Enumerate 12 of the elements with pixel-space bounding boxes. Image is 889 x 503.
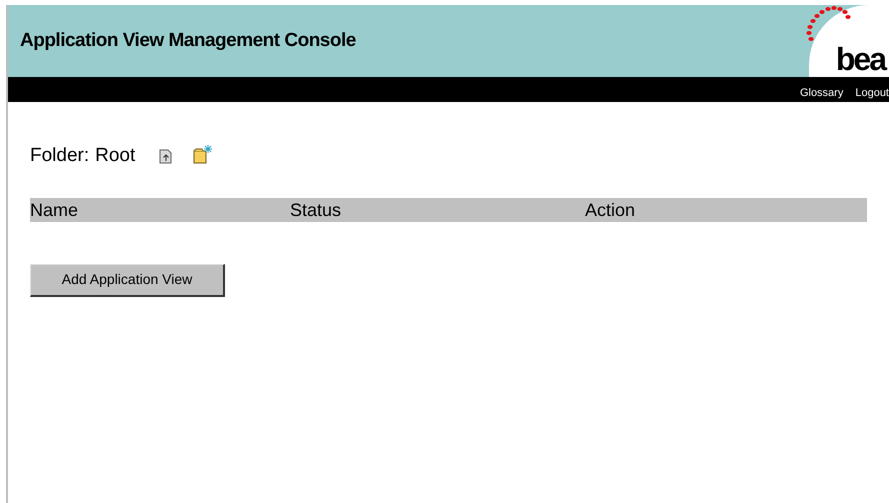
folder-name: Root (95, 144, 136, 168)
column-header: Name (30, 200, 80, 218)
column-header: Action (585, 200, 636, 218)
new-folder-icon[interactable] (193, 144, 214, 164)
folder-label: Folder: (30, 144, 90, 168)
app-title: Application View Management Console (20, 28, 356, 53)
nav-link[interactable]: Logout (855, 84, 889, 101)
add-application-view-button[interactable]: Add Application View (30, 264, 225, 296)
logo-text: bea (836, 43, 885, 75)
column-header: Status (290, 200, 342, 218)
up-folder-icon[interactable] (159, 148, 174, 164)
nav-link[interactable]: Glossary (800, 84, 844, 101)
